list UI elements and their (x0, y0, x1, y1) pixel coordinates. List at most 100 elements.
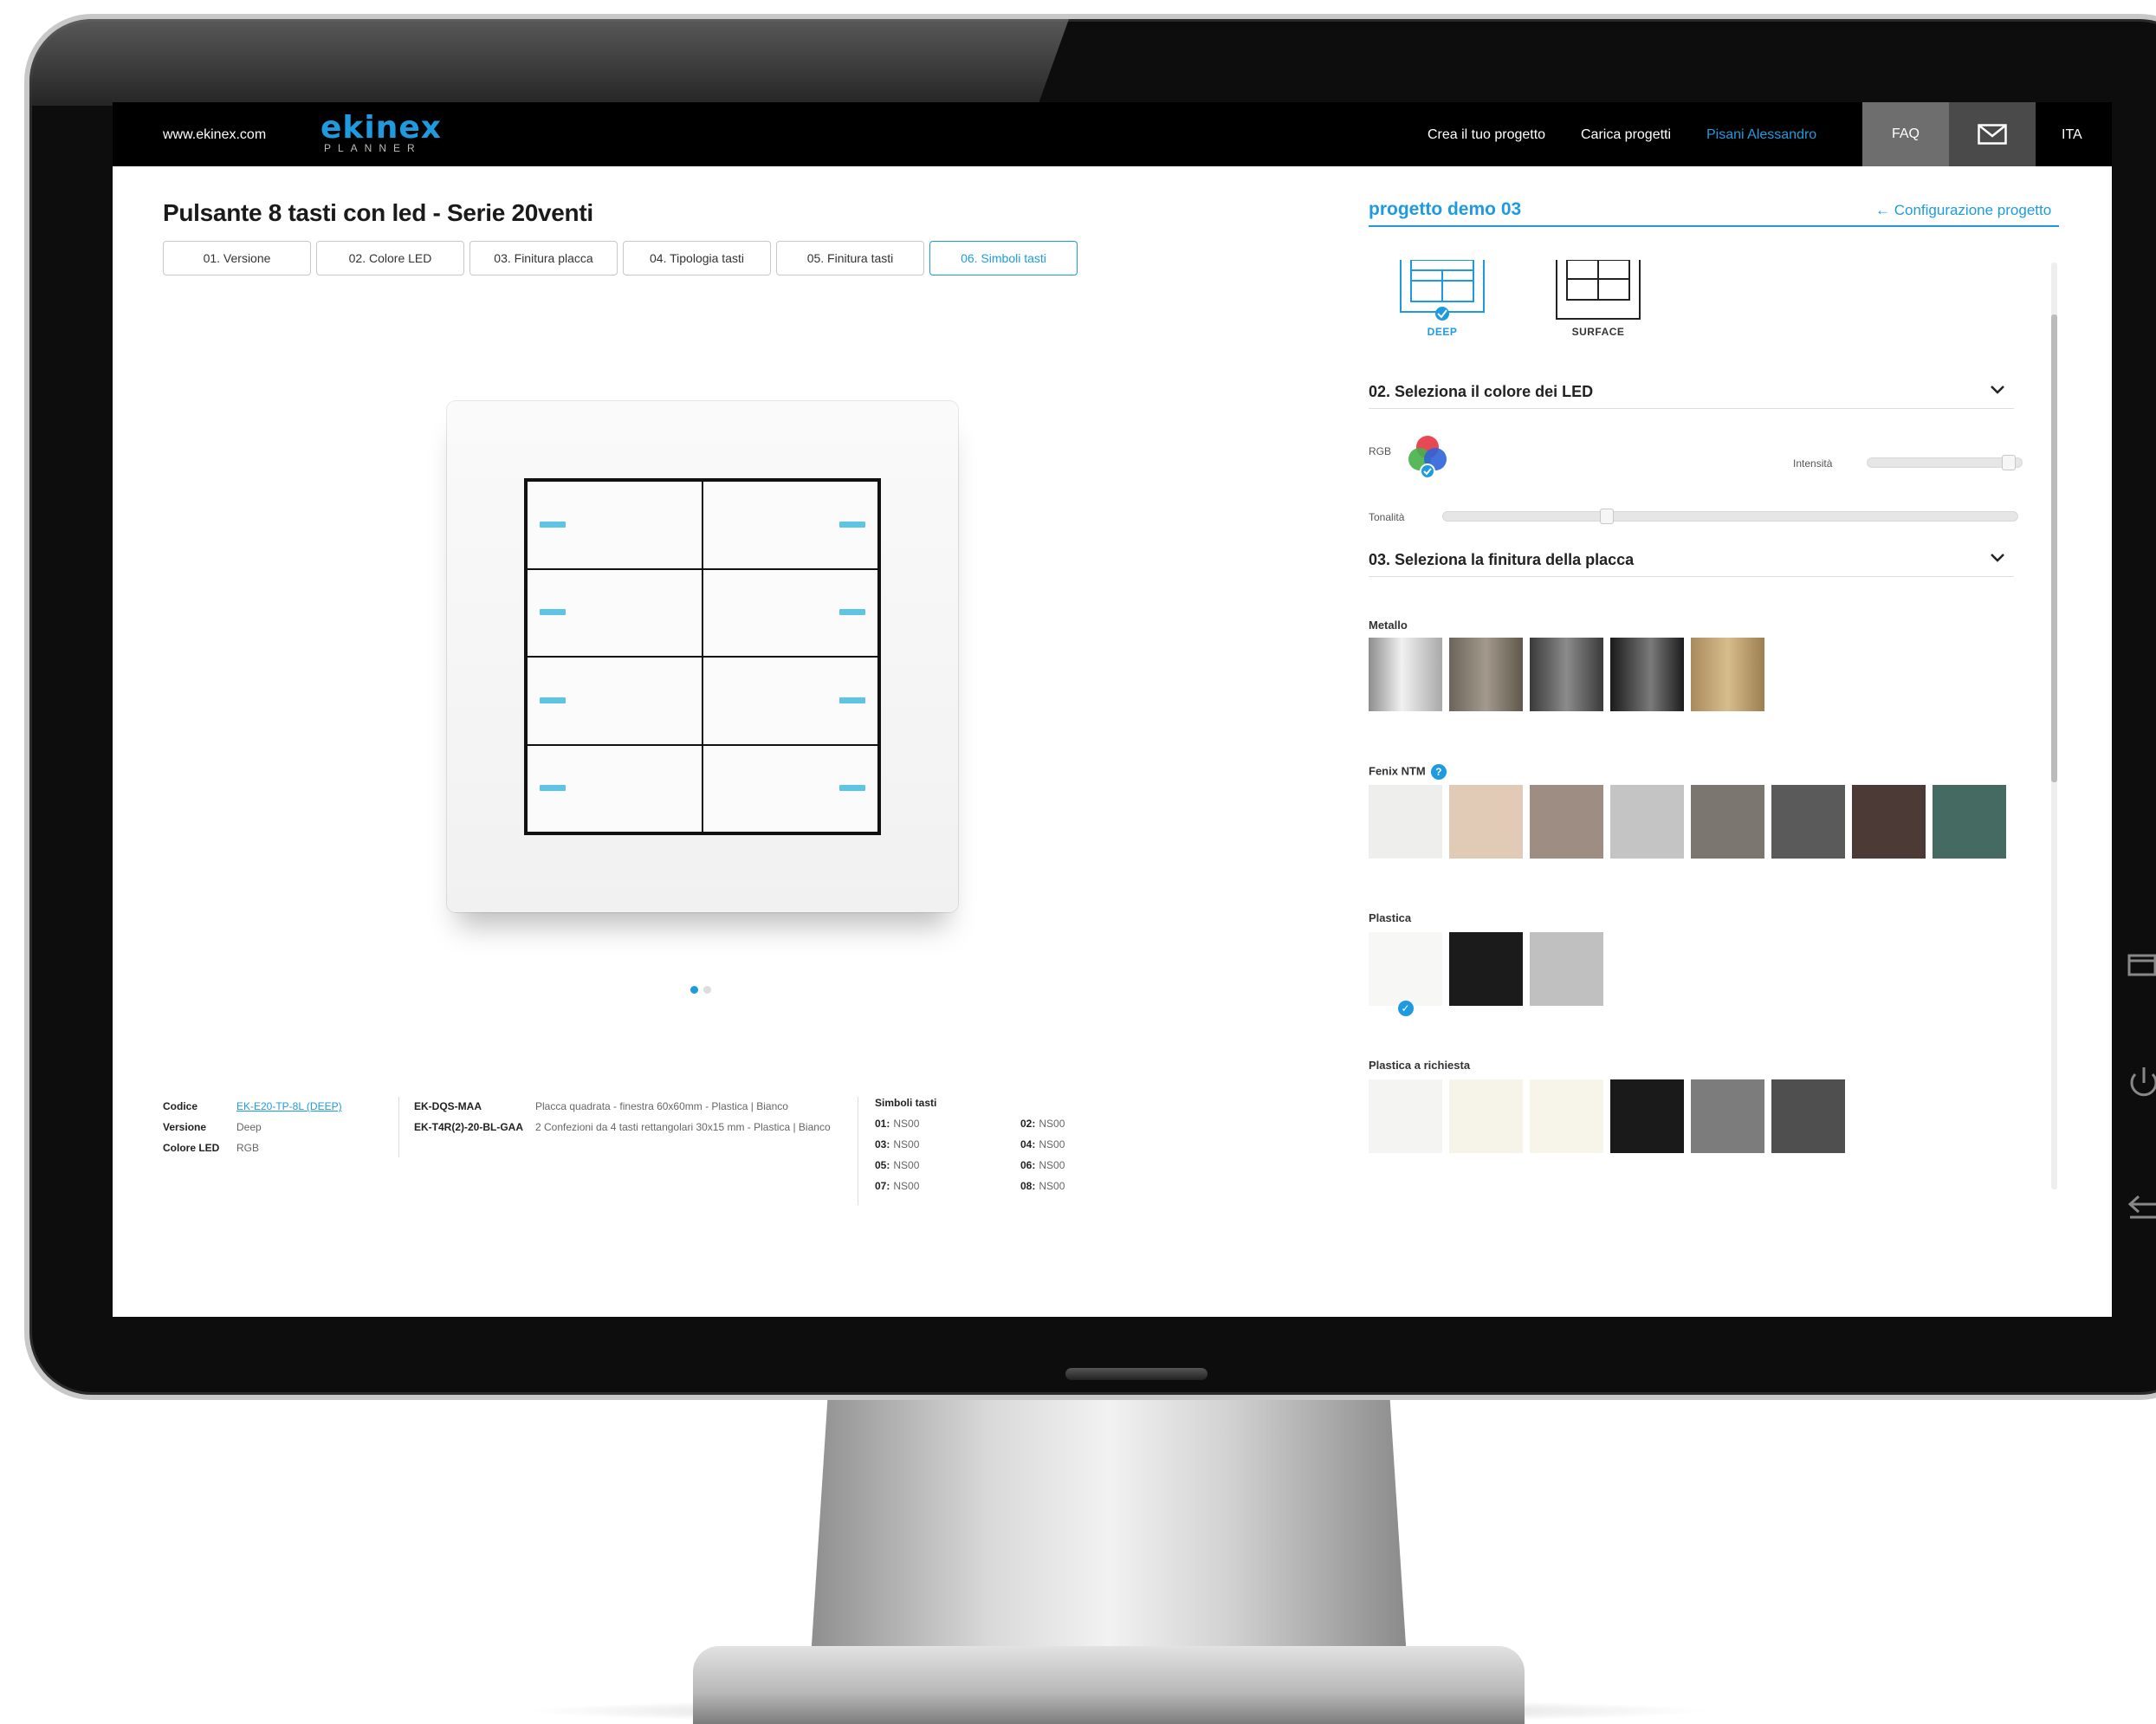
info-icon[interactable]: ? (1430, 764, 1447, 780)
carousel-dot[interactable] (703, 986, 711, 994)
symbol-key: 01: (875, 1118, 890, 1130)
ekinex-logo[interactable]: ekinex PLANNER (320, 110, 442, 155)
finish-swatch[interactable] (1691, 638, 1764, 711)
monitor-stand-base (693, 1646, 1525, 1724)
switch-key (702, 568, 878, 657)
chevron-down-icon[interactable] (1990, 381, 2005, 399)
symbol-value: NS00 (893, 1118, 920, 1130)
group-label-plastica-richiesta: Plastica a richiesta (1369, 1059, 1471, 1072)
hue-slider-track[interactable] (1442, 511, 2018, 522)
step-tab[interactable]: 04. Tipologia tasti (623, 241, 771, 275)
component-desc: 2 Confezioni da 4 tasti rettangolari 30x… (535, 1121, 831, 1133)
finish-swatch[interactable] (1369, 785, 1442, 859)
monitor-stand (810, 1395, 1408, 1672)
carousel-dot[interactable] (690, 986, 698, 994)
codice-link[interactable]: EK-E20-TP-8L (DEEP) (236, 1100, 342, 1112)
swatches-plastica: ✓ (1369, 932, 1603, 1016)
nav-load-projects[interactable]: Carica progetti (1581, 127, 1671, 143)
hue-label: Tonalità (1369, 511, 1405, 523)
symbols-title: Simboli tasti (875, 1097, 937, 1109)
symbol-entry: 03: NS00 (875, 1138, 919, 1150)
project-underline (1369, 225, 2059, 227)
symbol-value: NS00 (1039, 1118, 1065, 1130)
symbol-entry: 01: NS00 (875, 1118, 919, 1130)
intensity-slider-track[interactable] (1867, 457, 2023, 468)
codice-label: Codice (163, 1100, 198, 1112)
config-project-link[interactable]: ← Configurazione progetto (1875, 202, 2051, 219)
intensity-slider-thumb[interactable] (2001, 455, 2016, 470)
led-indicator (839, 697, 865, 703)
component-desc: Placca quadrata - finestra 60x60mm - Pla… (535, 1100, 788, 1112)
site-link[interactable]: www.ekinex.com (163, 127, 266, 143)
app-screen: www.ekinex.com ekinex PLANNER Crea il tu… (113, 102, 2112, 1317)
step-tab[interactable]: 02. Colore LED (316, 241, 464, 275)
chevron-down-icon[interactable] (1990, 549, 2005, 567)
group-label-plastica: Plastica (1369, 911, 1412, 924)
finish-swatch[interactable] (1771, 785, 1845, 859)
finish-swatch[interactable] (1530, 1079, 1603, 1153)
colore-led-value: RGB (236, 1142, 260, 1154)
language-selector[interactable]: ITA (2062, 127, 2082, 143)
finish-swatch[interactable] (1610, 1079, 1684, 1153)
symbol-value: NS00 (893, 1138, 920, 1150)
bezel-gloss (29, 19, 1069, 106)
finish-swatch[interactable] (1449, 932, 1523, 1006)
finish-swatch[interactable] (1530, 785, 1603, 859)
logo-wordmark: ekinex (320, 110, 442, 146)
version-card-surface[interactable]: SURFACE (1546, 259, 1650, 338)
rgb-color-icon[interactable] (1403, 431, 1452, 484)
finish-swatch[interactable] (1530, 932, 1603, 1006)
finish-swatch[interactable] (1449, 638, 1523, 711)
rgb-label: RGB (1369, 445, 1392, 457)
finish-swatch[interactable] (1933, 785, 2006, 859)
finish-swatch[interactable] (1610, 638, 1684, 711)
nav-user-name[interactable]: Pisani Alessandro (1706, 127, 1816, 143)
finish-swatch[interactable] (1610, 785, 1684, 859)
versione-label: Versione (163, 1121, 207, 1133)
step-tab[interactable]: 01. Versione (163, 241, 311, 275)
hue-slider-thumb[interactable] (1599, 509, 1614, 524)
carousel-dots (690, 986, 711, 994)
nav-create-project[interactable]: Crea il tuo progetto (1428, 127, 1545, 143)
group-label-metallo: Metallo (1369, 619, 1408, 632)
power-icon[interactable] (2127, 1066, 2156, 1105)
finish-swatch[interactable] (1691, 1079, 1764, 1153)
version-card-deep[interactable]: DEEP (1390, 259, 1494, 338)
step-tab[interactable]: 05. Finitura tasti (776, 241, 924, 275)
window-icon[interactable] (2127, 949, 2156, 982)
bezel-slot (1065, 1368, 1207, 1380)
project-name[interactable]: progetto demo 03 (1369, 199, 1521, 220)
swatches-metallo (1369, 638, 1764, 711)
led-section-header[interactable]: 02. Seleziona il colore dei LED (1369, 383, 2014, 409)
symbol-key: 06: (1020, 1159, 1036, 1171)
finish-swatch[interactable] (1691, 785, 1764, 859)
led-indicator (540, 785, 566, 792)
finish-swatch[interactable] (1369, 638, 1442, 711)
colore-led-label: Colore LED (163, 1142, 220, 1154)
panel-scrollbar-thumb[interactable] (2051, 314, 2057, 782)
switch-key (527, 744, 702, 833)
finish-swatch[interactable] (1771, 1079, 1845, 1153)
back-arrow-icon[interactable] (2127, 1191, 2156, 1225)
step-tab[interactable]: 06. Simboli tasti (929, 241, 1078, 275)
symbol-key: 05: (875, 1159, 890, 1171)
versione-value: Deep (236, 1121, 262, 1133)
finish-section-header[interactable]: 03. Seleziona la finitura della placca (1369, 551, 2014, 577)
group-label-fenix: Fenix NTM? (1369, 764, 1447, 780)
led-section-title: 02. Seleziona il colore dei LED (1369, 383, 1594, 400)
faq-button[interactable]: FAQ (1862, 102, 1949, 166)
led-indicator (839, 609, 865, 616)
symbol-key: 08: (1020, 1180, 1036, 1192)
finish-swatch[interactable]: ✓ (1369, 932, 1442, 1016)
finish-swatch[interactable] (1449, 1079, 1523, 1153)
symbol-entry: 04: NS00 (1020, 1138, 1065, 1150)
step-tab[interactable]: 03. Finitura placca (469, 241, 618, 275)
finish-swatch[interactable] (1369, 1079, 1442, 1153)
led-indicator (540, 697, 566, 703)
mail-button[interactable] (1949, 102, 2036, 166)
finish-swatch[interactable] (1530, 638, 1603, 711)
symbol-entry: 08: NS00 (1020, 1180, 1065, 1192)
led-indicator (839, 785, 865, 792)
finish-swatch[interactable] (1852, 785, 1926, 859)
finish-swatch[interactable] (1449, 785, 1523, 859)
